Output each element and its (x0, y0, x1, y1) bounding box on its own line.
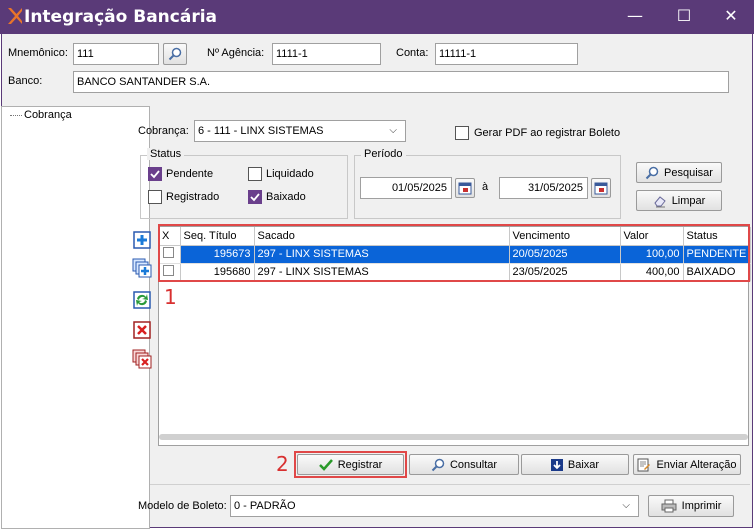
registrado-checkbox[interactable]: Registrado (148, 190, 219, 204)
calendar-icon (458, 182, 472, 195)
horizontal-scrollbar[interactable] (159, 434, 748, 440)
periodo-group-title: Período (361, 148, 406, 160)
date-from-calendar-button[interactable] (455, 178, 475, 198)
registrado-label: Registrado (166, 191, 220, 203)
banco-input[interactable]: BANCO SANTANDER S.A. (73, 71, 729, 93)
liquidado-checkbox[interactable]: Liquidado (248, 167, 314, 181)
registrado-check-box[interactable] (148, 190, 162, 204)
pendente-checkbox[interactable]: Pendente (148, 167, 213, 181)
agencia-input[interactable]: 1111-1 (272, 43, 381, 65)
gerar-pdf-checkbox[interactable]: Gerar PDF ao registrar Boleto (455, 126, 620, 140)
modelo-boleto-label: Modelo de Boleto: (138, 500, 227, 512)
calendar-icon (594, 182, 608, 195)
add-icon[interactable] (132, 230, 152, 250)
imprimir-button[interactable]: Imprimir (648, 495, 734, 517)
gerar-pdf-check-box[interactable] (455, 126, 469, 140)
tree-connector (10, 114, 22, 116)
annotation-number-1: 1 (164, 285, 177, 309)
consultar-button[interactable]: Consultar (409, 454, 519, 475)
baixado-checkbox[interactable]: Baixado (248, 190, 306, 204)
maximize-button[interactable]: ☐ (661, 0, 707, 34)
baixar-button[interactable]: Baixar (521, 454, 629, 475)
checkmark-icon[interactable] (248, 190, 262, 204)
app-logo-icon (8, 8, 22, 24)
footer-divider (150, 484, 750, 485)
download-icon (550, 458, 563, 471)
consultar-label: Consultar (449, 458, 498, 471)
liquidado-label: Liquidado (266, 168, 314, 180)
date-to-input[interactable]: 31/05/2025 (499, 177, 588, 199)
cobranca-select[interactable]: 6 - 111 - LINX SISTEMAS ⌵ (194, 120, 406, 142)
search-icon (431, 458, 445, 471)
conta-input[interactable]: 11111-1 (435, 43, 578, 65)
search-icon (645, 166, 659, 179)
registrar-label: Registrar (337, 458, 383, 471)
status-group-title: Status (147, 148, 185, 160)
date-from-input[interactable]: 01/05/2025 (360, 177, 452, 199)
registrar-button[interactable]: Registrar (297, 454, 404, 475)
tree-item-label: Cobrança (24, 109, 72, 121)
chevron-down-icon: ⌵ (622, 500, 630, 511)
enviar-alteracao-button[interactable]: Enviar Alteração (633, 454, 741, 475)
window-title: Integração Bancária (24, 7, 218, 27)
enviar-alteracao-label: Enviar Alteração (656, 458, 737, 471)
baixar-label: Baixar (567, 458, 600, 471)
pendente-label: Pendente (166, 168, 214, 180)
add-multiple-icon[interactable] (132, 258, 152, 278)
annotation-number-2: 2 (276, 452, 289, 476)
mnemonico-input[interactable]: 111 (73, 43, 159, 65)
agencia-label: Nº Agência: (207, 47, 265, 59)
status-group (140, 155, 348, 219)
modelo-boleto-value: 0 - PADRÃO (234, 500, 296, 512)
banco-label: Banco: (8, 75, 43, 87)
highlight-box-grid (158, 224, 750, 282)
minimize-button[interactable]: — (612, 0, 658, 34)
checkmark-icon[interactable] (148, 167, 162, 181)
baixado-label: Baixado (266, 191, 306, 203)
checkmark-icon (318, 458, 333, 471)
conta-label: Conta: (396, 47, 429, 59)
limpar-label: Limpar (671, 194, 706, 207)
delete-icon[interactable] (132, 320, 152, 340)
delete-multiple-icon[interactable] (132, 349, 152, 369)
close-button[interactable]: ✕ (708, 0, 754, 34)
cobranca-label: Cobrança: (138, 125, 189, 137)
mnemonico-label: Mnemônico: (8, 47, 68, 59)
date-to-calendar-button[interactable] (591, 178, 611, 198)
gerar-pdf-label: Gerar PDF ao registrar Boleto (474, 127, 621, 139)
limpar-button[interactable]: Limpar (636, 190, 722, 211)
cobranca-select-value: 6 - 111 - LINX SISTEMAS (198, 125, 324, 137)
liquidado-check-box[interactable] (248, 167, 262, 181)
tree-item-cobranca[interactable]: Cobrança (10, 109, 72, 121)
edit-document-icon (637, 458, 651, 471)
modelo-boleto-select[interactable]: 0 - PADRÃO ⌵ (230, 495, 639, 517)
refresh-icon[interactable] (132, 290, 152, 310)
pesquisar-button[interactable]: Pesquisar (636, 162, 722, 183)
mnemonico-search-button[interactable] (163, 43, 187, 65)
date-separator: à (482, 181, 489, 193)
imprimir-label: Imprimir (681, 500, 722, 512)
eraser-icon (654, 195, 666, 207)
chevron-down-icon: ⌵ (389, 125, 397, 136)
title-bar: Integração Bancária — ☐ ✕ (0, 0, 754, 34)
pesquisar-label: Pesquisar (664, 166, 713, 179)
search-icon (168, 47, 182, 61)
printer-icon (661, 499, 677, 513)
navigation-tree: Cobrança (1, 106, 150, 529)
